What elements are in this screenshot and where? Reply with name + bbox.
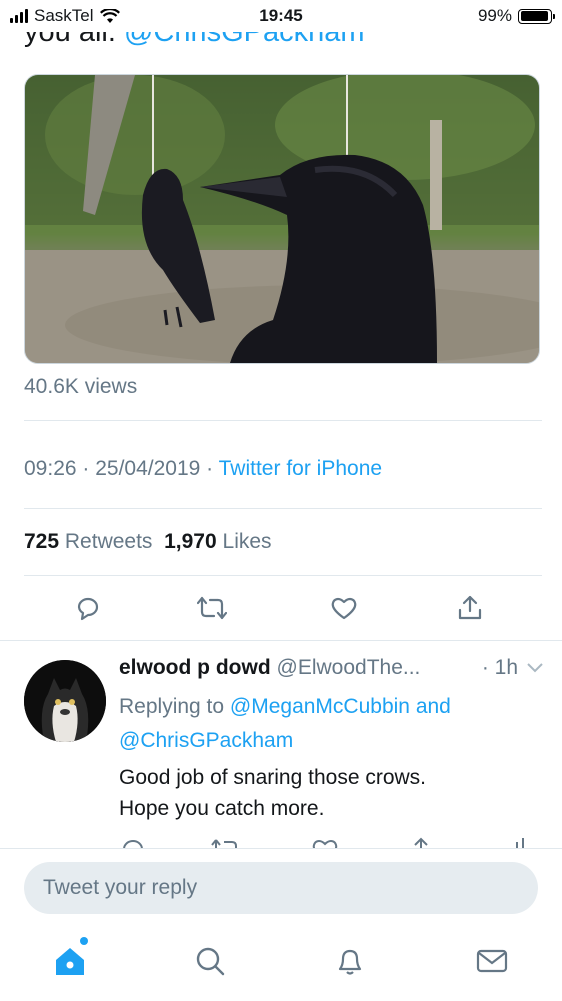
reply-author-name[interactable]: elwood p dowd [119, 656, 271, 679]
status-bar: SaskTel 19:45 99% [0, 0, 562, 32]
crow-photo [25, 75, 539, 363]
divider [24, 575, 542, 576]
replying-prefix: Replying to [119, 695, 225, 718]
home-icon [56, 948, 84, 975]
replying-to: Replying to @MeganMcCubbin and @ChrisGPa… [119, 690, 519, 758]
view-count: 40.6K views [24, 375, 138, 398]
avatar[interactable] [24, 660, 106, 742]
battery-icon [518, 8, 555, 24]
tweet-metadata: 09:26 · 25/04/2019 · Twitter for iPhone [24, 457, 382, 481]
notifications-icon [338, 949, 362, 975]
share-icon [458, 595, 482, 620]
tab-messages[interactable] [472, 941, 512, 981]
divider [24, 508, 542, 509]
tab-search[interactable] [190, 941, 230, 981]
reply-text-line: Good job of snaring those crows. [119, 766, 427, 789]
tweet-media-video[interactable] [24, 74, 540, 364]
likes-link[interactable]: 1,970 Likes [164, 530, 271, 553]
reply-time: · 1h [481, 656, 518, 679]
retweets-link[interactable]: 725 Retweets [24, 530, 152, 553]
tab-bar [0, 937, 562, 991]
cat-avatar-image [24, 660, 106, 742]
retweets-count: 725 [24, 530, 60, 553]
battery-percent: 99% [477, 6, 512, 25]
meta-separator: · [200, 457, 219, 480]
reply-header: elwood p dowd @ElwoodThe... · 1h [119, 656, 544, 680]
divider [24, 420, 542, 421]
reply-button[interactable] [68, 590, 108, 626]
battery-indicator: 99% [477, 6, 555, 26]
reply-input[interactable]: Tweet your reply [24, 862, 538, 914]
reply-text: Good job of snaring those crows. Hope yo… [119, 762, 539, 824]
engagement-stats: 725 Retweets 1,970 Likes [24, 530, 272, 554]
reply-text-line: Hope you catch more. [119, 797, 325, 820]
search-icon [196, 947, 225, 976]
likes-label: Likes [222, 530, 272, 553]
like-icon [331, 597, 357, 620]
share-button[interactable] [450, 590, 490, 626]
notification-dot [80, 937, 88, 945]
tab-home[interactable] [50, 937, 90, 981]
retweet-icon [197, 596, 227, 620]
replying-and[interactable]: and [416, 695, 451, 718]
like-button[interactable] [324, 590, 364, 626]
likes-count: 1,970 [164, 530, 217, 553]
reply-icon [77, 597, 99, 621]
meta-separator: · [76, 457, 96, 480]
tweet-client-link[interactable]: Twitter for iPhone [219, 457, 382, 480]
messages-icon [476, 949, 508, 973]
chevron-down-icon[interactable] [526, 660, 544, 674]
replying-mention-2[interactable]: @ChrisGPackham [119, 729, 293, 752]
divider [0, 640, 562, 641]
replying-mention-1[interactable]: @MeganMcCubbin [230, 695, 410, 718]
tab-notifications[interactable] [330, 941, 370, 981]
tweet-time: 09:26 [24, 457, 77, 480]
reply-author-handle[interactable]: @ElwoodThe... [277, 656, 421, 679]
tweet-actions [24, 590, 538, 626]
retweets-label: Retweets [64, 530, 153, 553]
tweet-date: 25/04/2019 [95, 457, 201, 480]
retweet-button[interactable] [192, 590, 232, 626]
compose-bar: Tweet your reply [0, 848, 562, 1001]
